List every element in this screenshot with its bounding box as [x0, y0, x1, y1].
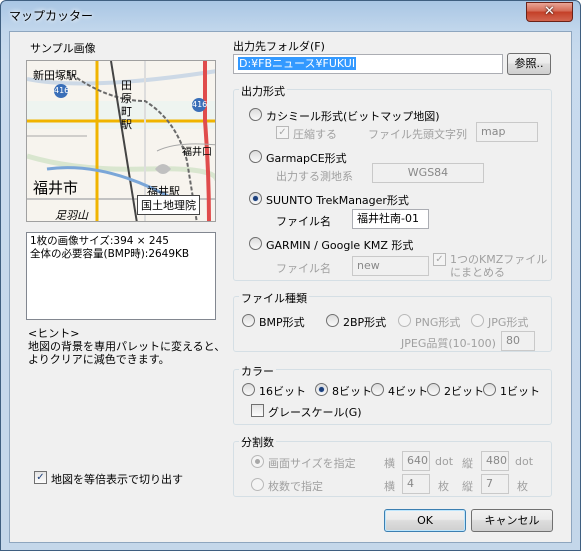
radio-2bit-label: 2ビット: [444, 385, 484, 398]
browse-button[interactable]: 参照..: [507, 53, 551, 75]
radio-16bit-label: 16ビット: [259, 385, 306, 398]
radio-kashmir[interactable]: [249, 108, 262, 121]
map-label-fukui-ic: 福井口: [182, 147, 212, 158]
height-label: 縦: [462, 457, 473, 470]
radio-16bit[interactable]: [242, 383, 255, 396]
height-dot-input[interactable]: 480: [481, 451, 509, 471]
output-folder-value: D:¥FBニュース¥FUKUI: [238, 57, 357, 70]
jpeg-quality-input[interactable]: 80: [501, 331, 535, 351]
map-gsi-credit: 国土地理院: [137, 195, 200, 215]
height-dot-unit: dot: [515, 455, 534, 468]
sample-image-label: サンプル画像: [30, 42, 96, 55]
radio-suunto-label: SUUNTO TrekManager形式: [266, 194, 409, 207]
output-folder-input[interactable]: D:¥FBニュース¥FUKUI: [233, 54, 503, 74]
map-route-416-b: 416: [192, 100, 208, 109]
radio-2bp-label: 2BP形式: [343, 316, 387, 329]
radio-bmp-label: BMP形式: [259, 316, 305, 329]
radio-garmapce[interactable]: [249, 150, 262, 163]
suunto-filename-input[interactable]: 福井社南-01: [352, 209, 429, 229]
radio-sheet-count-label: 枚数で指定: [268, 480, 323, 493]
width-dot-unit: dot: [435, 455, 454, 468]
equal-scale-label: 地図を等倍表示で切り出す: [51, 473, 183, 486]
compress-checkbox[interactable]: ✓: [276, 126, 289, 139]
radio-8bit[interactable]: [315, 383, 328, 396]
output-folder-label: 出力先フォルダ(F): [233, 40, 325, 53]
info-line-capacity: 全体の必要容量(BMP時):2649KB: [30, 248, 190, 260]
kmz-merge-checkbox[interactable]: ✓: [433, 253, 446, 266]
map-route-416-a: 416: [54, 86, 70, 95]
radio-sheet-count[interactable]: [251, 478, 264, 491]
equal-scale-checkbox[interactable]: ✓: [34, 471, 47, 484]
radio-1bit[interactable]: [483, 383, 496, 396]
map-label-shindenhoshi: 新田塚駅: [33, 69, 77, 82]
title-bar[interactable]: マップカッター ✕: [1, 1, 580, 29]
radio-png[interactable]: [398, 314, 411, 327]
radio-suunto[interactable]: [249, 192, 262, 205]
radio-screen-size[interactable]: [251, 455, 264, 468]
radio-kashmir-label: カシミール形式(ビットマップ地図): [266, 110, 440, 123]
radio-4bit[interactable]: [371, 383, 384, 396]
count-height-label: 縦: [462, 480, 473, 493]
prefix-input[interactable]: map: [476, 122, 538, 142]
datum-label: 出力する測地系: [276, 170, 353, 183]
count-width-label: 横: [384, 480, 395, 493]
count-width-input[interactable]: 4: [402, 474, 430, 494]
radio-bmp[interactable]: [242, 314, 255, 327]
width-label: 横: [384, 457, 395, 470]
dialog-client: サンプル画像 新田塚駅 田原町駅 416 416 福井口 福井市 福井駅 足羽山…: [9, 31, 572, 543]
grayscale-label: グレースケール(G): [268, 406, 362, 419]
radio-garmin-kmz[interactable]: [249, 237, 262, 250]
grayscale-checkbox[interactable]: [251, 404, 264, 417]
radio-png-label: PNG形式: [415, 316, 461, 329]
count-width-unit: 枚: [438, 480, 449, 493]
map-cutter-window: マップカッター ✕ サンプル画像 新田塚駅 田原町駅 416 416 福井口 福…: [0, 0, 581, 551]
filetype-legend: ファイル種類: [239, 290, 309, 306]
radio-jpg[interactable]: [471, 314, 484, 327]
suunto-filename-label: ファイル名: [276, 215, 331, 228]
width-dot-input[interactable]: 640: [402, 451, 430, 471]
ok-button[interactable]: OK: [384, 509, 466, 532]
radio-8bit-label: 8ビット: [332, 385, 372, 398]
garmin-filename-label: ファイル名: [276, 262, 331, 275]
split-legend: 分割数: [239, 434, 276, 450]
count-height-input[interactable]: 7: [481, 474, 509, 494]
hint-line-2: よりクリアに減色できます。: [28, 353, 170, 366]
window-title: マップカッター: [9, 9, 94, 23]
radio-2bp[interactable]: [326, 314, 339, 327]
radio-4bit-label: 4ビット: [388, 385, 428, 398]
radio-screen-size-label: 画面サイズを指定: [268, 457, 356, 470]
radio-1bit-label: 1ビット: [500, 385, 540, 398]
map-label-ashiwayama: 足羽山: [55, 209, 88, 222]
count-height-unit: 枚: [517, 480, 528, 493]
output-format-legend: 出力形式: [239, 83, 287, 99]
sample-map-image: 新田塚駅 田原町駅 416 416 福井口 福井市 福井駅 足羽山 国土地理院: [26, 60, 216, 222]
radio-jpg-label: JPG形式: [488, 316, 529, 329]
prefix-label: ファイル先頭文字列: [368, 128, 467, 141]
jpeg-quality-label: JPEG品質(10-100): [401, 337, 496, 350]
close-button[interactable]: ✕: [526, 2, 573, 22]
kmz-merge-label-2: にまとめる: [450, 266, 505, 279]
color-legend: カラー: [239, 363, 276, 379]
compress-label: 圧縮する: [293, 128, 337, 141]
datum-input[interactable]: WGS84: [372, 163, 484, 183]
cancel-button[interactable]: キャンセル: [471, 509, 553, 532]
radio-garmin-kmz-label: GARMIN / Google KMZ 形式: [266, 239, 414, 252]
map-label-tahara: 田原町駅: [121, 79, 132, 131]
garmin-filename-input[interactable]: new: [352, 256, 429, 276]
map-label-fukui-city: 福井市: [33, 179, 79, 197]
radio-2bit[interactable]: [427, 383, 440, 396]
image-info-box: 1枚の画像サイズ:394 × 245 全体の必要容量(BMP時):2649KB: [26, 232, 216, 320]
info-line-size: 1枚の画像サイズ:394 × 245: [30, 235, 169, 247]
radio-garmapce-label: GarmapCE形式: [266, 152, 347, 165]
